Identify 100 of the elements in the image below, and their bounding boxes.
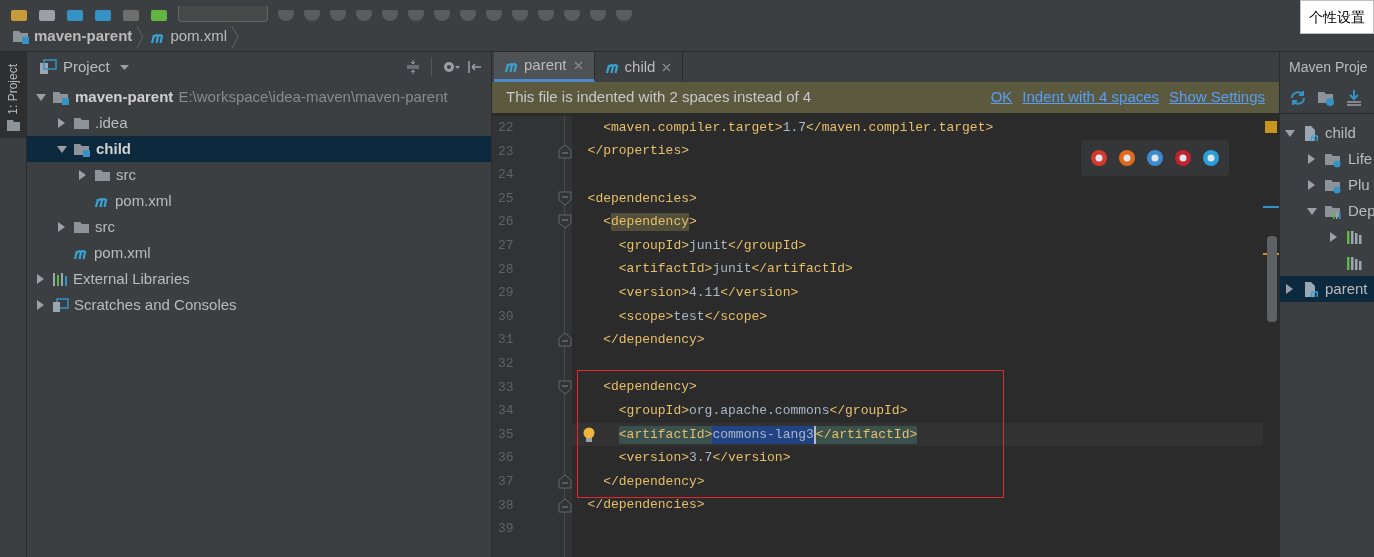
tree-item[interactable]: parent — [1280, 276, 1374, 302]
code-line: <groupId>org.apache.commons</groupId> — [617, 401, 908, 420]
close-icon[interactable] — [572, 60, 584, 71]
collapse-arrow-icon[interactable] — [1284, 127, 1296, 139]
item-path: E:\workspace\idea-maven\maven-parent — [178, 86, 448, 107]
tree-item[interactable]: src — [27, 214, 491, 240]
item-label: parent — [1325, 278, 1368, 299]
code-line: <scope>test</scope> — [617, 307, 768, 326]
code-line: <groupId>junit</groupId> — [617, 236, 807, 255]
fold-marker-icon[interactable] — [558, 473, 572, 489]
item-label: pom.xml — [115, 190, 172, 211]
toolbar-icon[interactable] — [122, 10, 140, 22]
item-label: Life — [1348, 148, 1373, 169]
tree-item[interactable]: child — [1280, 120, 1374, 146]
maven-project-icon — [1302, 280, 1319, 298]
toolbar-icon[interactable] — [66, 10, 84, 22]
tree-item[interactable]: pom.xml — [27, 240, 491, 266]
module-folder-icon — [12, 28, 30, 45]
fold-marker-icon[interactable] — [558, 332, 572, 348]
library-icon — [1346, 229, 1363, 245]
refresh-icon[interactable] — [1289, 88, 1307, 107]
code-text: > — [689, 213, 697, 232]
collapse-arrow-icon[interactable] — [56, 143, 68, 155]
item-label: pom.xml — [94, 242, 151, 263]
code-line: </properties> — [586, 142, 689, 161]
change-marker — [1263, 206, 1279, 208]
item-label: External Libraries — [73, 268, 190, 289]
fold-marker-icon[interactable] — [558, 190, 572, 206]
toolbar-icon[interactable] — [94, 10, 112, 22]
breadcrumb-item[interactable]: maven-parent — [34, 25, 133, 48]
tree-item[interactable]: pom.xml — [27, 188, 491, 214]
panel-title: Maven Proje — [1288, 57, 1369, 77]
tree-item[interactable]: Dep — [1280, 198, 1374, 224]
download-icon[interactable] — [1345, 89, 1363, 106]
collapse-arrow-icon[interactable] — [35, 91, 47, 103]
browser-icon[interactable] — [1174, 149, 1192, 167]
text-caret — [813, 425, 816, 444]
code-line: </dependency> — [602, 472, 705, 491]
breadcrumb-separator-icon — [231, 25, 240, 48]
tree-item[interactable]: maven-parent E:\workspace\idea-maven\maven-parent — [27, 84, 491, 110]
tree-item[interactable]: Scratches and Consoles — [27, 292, 491, 318]
folder-icon — [94, 167, 111, 183]
item-label: Scratches and Consoles — [74, 294, 237, 315]
tree-item[interactable]: child — [27, 136, 491, 162]
code-line: <maven.compiler.target>1.7</maven.compiler.target> — [602, 118, 994, 137]
code-line: <dependency> — [602, 378, 697, 397]
match-highlight: dependency — [611, 213, 689, 232]
item-label: Dep — [1348, 200, 1374, 221]
breadcrumb-item[interactable]: pom.xml — [170, 25, 228, 48]
close-icon[interactable] — [661, 61, 673, 73]
match-highlight: </artifactId> — [815, 425, 918, 444]
fold-marker-icon[interactable] — [558, 497, 572, 513]
folder-icon — [73, 115, 90, 131]
tooltip: 个性设置 — [1300, 0, 1374, 34]
toolbar-icon[interactable] — [38, 10, 56, 22]
folder-icon — [5, 118, 21, 132]
item-label: maven-parent — [75, 86, 174, 107]
fold-marker-icon[interactable] — [558, 379, 572, 395]
code-line: <version>3.7</version> — [617, 449, 791, 468]
scrollbar-thumb[interactable] — [1267, 236, 1277, 322]
collapse-all-icon[interactable] — [405, 59, 421, 75]
browser-icon[interactable] — [1146, 149, 1164, 167]
hide-panel-icon[interactable] — [467, 59, 483, 75]
fold-marker-icon[interactable] — [558, 143, 572, 159]
item-label: src — [116, 164, 136, 185]
item-label: child — [1325, 122, 1356, 143]
browser-icon[interactable] — [1090, 149, 1108, 167]
toolbar-icon[interactable] — [10, 10, 28, 22]
project-view-icon — [39, 59, 57, 75]
console-icon — [52, 297, 69, 313]
item-label: .idea — [95, 112, 128, 133]
tool-window-tab[interactable]: 1: Project — [0, 52, 26, 138]
tree-item[interactable]: External Libraries — [27, 266, 491, 292]
code-line: <artifactId>junit</artifactId> — [617, 260, 853, 279]
text-selection: commons-lang3 — [712, 425, 814, 444]
lightbulb-icon[interactable] — [582, 426, 596, 443]
warning-marker — [1265, 121, 1277, 133]
fold-marker-icon[interactable] — [558, 214, 572, 230]
tree-item[interactable]: src — [27, 162, 491, 188]
item-label: src — [95, 216, 115, 237]
folder-icon — [73, 219, 90, 235]
panel-title: Project — [63, 56, 110, 77]
toolbar-icon[interactable] — [150, 10, 168, 22]
settings-icon[interactable] — [442, 59, 461, 75]
tab-label: 1: Project — [5, 64, 21, 115]
library-icon — [1346, 255, 1363, 271]
dropdown-caret-icon[interactable] — [119, 64, 129, 70]
tree-item[interactable]: Life — [1280, 146, 1374, 172]
maven-project-icon — [1302, 124, 1319, 142]
tree-item[interactable]: Plu — [1280, 172, 1374, 198]
browser-icon[interactable] — [1202, 149, 1220, 167]
collapse-arrow-icon[interactable] — [1306, 205, 1318, 217]
code-line: <version>4.11</version> — [617, 283, 799, 302]
editor-tab[interactable]: parent — [494, 52, 595, 82]
match-highlight: <artifactId> — [618, 425, 713, 444]
tree-item[interactable]: .idea — [27, 110, 491, 136]
browser-icon[interactable] — [1118, 149, 1136, 167]
notification-text: This file is indented with 2 spaces instead of 4 — [506, 87, 812, 108]
code-line: </dependencies> — [586, 496, 705, 515]
code-text: < — [603, 213, 611, 232]
